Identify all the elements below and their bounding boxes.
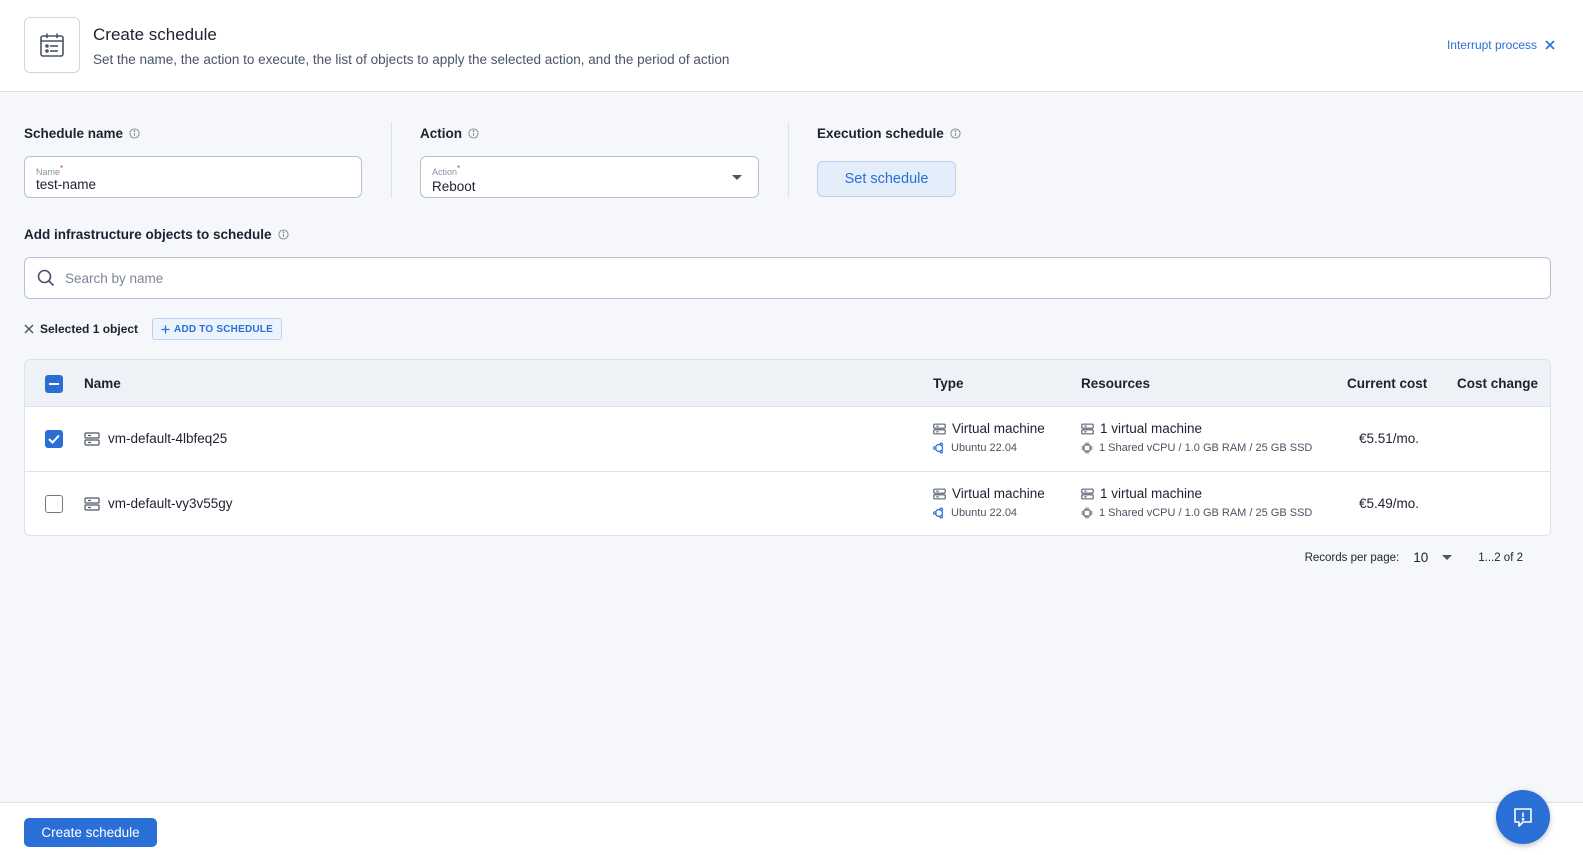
row-current-cost: €5.49/mo.: [1359, 496, 1420, 511]
row-spec: 1 Shared vCPU / 1.0 GB RAM / 25 GB SSD: [1099, 507, 1313, 519]
row-resources-main: 1 virtual machine: [1081, 486, 1202, 501]
name-field-value[interactable]: test-name: [36, 177, 96, 192]
chip-icon: [1081, 442, 1093, 454]
pagination: Records per page: 10 1...2 of 2: [1305, 550, 1523, 565]
server-icon: [1081, 423, 1094, 434]
schedule-name-label: Schedule name: [24, 126, 140, 141]
records-per-page-label: Records per page:: [1304, 551, 1400, 564]
page-footer: Create schedule: [0, 802, 1583, 855]
create-schedule-button[interactable]: Create schedule: [24, 818, 157, 847]
column-header-resources[interactable]: Resources: [1081, 376, 1150, 391]
row-type-sub: Ubuntu 22.04: [933, 507, 1017, 519]
chevron-down-icon: [732, 175, 742, 180]
row-checkbox[interactable]: [45, 495, 63, 513]
close-icon: [1545, 40, 1555, 50]
info-icon[interactable]: [468, 128, 479, 139]
column-header-cost-change[interactable]: Cost change: [1457, 376, 1538, 391]
name-field[interactable]: Name* test-name: [24, 156, 362, 198]
server-icon: [84, 431, 100, 446]
records-per-page-value: 10: [1413, 550, 1429, 565]
objects-table: Name Type Resources Current cost Cost ch…: [24, 359, 1551, 536]
add-objects-label-text: Add infrastructure objects to schedule: [24, 227, 272, 242]
chat-button[interactable]: [1496, 790, 1550, 844]
server-icon: [933, 488, 946, 499]
schedule-name-label-text: Schedule name: [24, 126, 124, 141]
row-name[interactable]: vm-default-vy3v55gy: [108, 496, 233, 511]
server-icon: [1081, 488, 1094, 499]
row-resources-sub: 1 Shared vCPU / 1.0 GB RAM / 25 GB SSD: [1081, 507, 1312, 519]
row-type: Virtual machine: [952, 421, 1045, 436]
section-divider: [391, 122, 392, 198]
name-field-label: Name*: [36, 164, 64, 177]
ubuntu-icon: [933, 442, 944, 454]
select-all-checkbox[interactable]: [45, 375, 63, 393]
page-subtitle: Set the name, the action to execute, the…: [93, 52, 730, 67]
close-icon[interactable]: [24, 324, 34, 334]
page-header: Create schedule Set the name, the action…: [0, 0, 1583, 92]
column-header-current-cost[interactable]: Current cost: [1347, 376, 1427, 391]
search-box[interactable]: [24, 257, 1551, 299]
row-resources-sub: 1 Shared vCPU / 1.0 GB RAM / 25 GB SSD: [1081, 442, 1312, 454]
pagination-range: 1...2 of 2: [1478, 551, 1523, 564]
chip-icon: [1081, 507, 1093, 519]
row-type-main: Virtual machine: [933, 421, 1045, 436]
search-icon: [37, 269, 55, 287]
action-select[interactable]: Action* Reboot: [420, 156, 759, 198]
info-icon[interactable]: [950, 128, 961, 139]
section-divider: [788, 122, 789, 198]
table-row[interactable]: vm-default-4lbfeq25 Virtual machine Ubun…: [25, 407, 1550, 472]
chat-icon: [1514, 808, 1532, 827]
row-resources: 1 virtual machine: [1100, 421, 1203, 436]
header-icon-box: [24, 17, 80, 73]
calendar-icon: [40, 33, 64, 57]
execution-schedule-label: Execution schedule: [817, 126, 961, 141]
search-input[interactable]: [65, 270, 1465, 286]
column-header-name[interactable]: Name: [84, 376, 121, 391]
row-checkbox[interactable]: [45, 430, 63, 448]
action-field-label: Action*: [432, 164, 461, 177]
server-icon: [84, 496, 100, 511]
row-spec: 1 Shared vCPU / 1.0 GB RAM / 25 GB SSD: [1099, 442, 1313, 454]
row-os: Ubuntu 22.04: [951, 442, 1018, 454]
column-header-type[interactable]: Type: [933, 376, 964, 391]
row-name[interactable]: vm-default-4lbfeq25: [108, 431, 227, 446]
selection-bar: Selected 1 object ADD TO SCHEDULE: [24, 318, 282, 340]
selected-count-text: Selected 1 object: [40, 322, 139, 336]
interrupt-process-label: Interrupt process: [1446, 38, 1537, 52]
plus-icon: [161, 325, 170, 333]
row-current-cost: €5.51/mo.: [1359, 431, 1420, 446]
info-icon[interactable]: [129, 128, 140, 139]
row-type-main: Virtual machine: [933, 486, 1045, 501]
row-resources-main: 1 virtual machine: [1081, 421, 1202, 436]
action-label: Action: [420, 126, 479, 141]
add-to-schedule-label: ADD TO SCHEDULE: [174, 323, 273, 335]
table-header: Name Type Resources Current cost Cost ch…: [25, 360, 1550, 407]
row-resources: 1 virtual machine: [1100, 486, 1203, 501]
ubuntu-icon: [933, 507, 944, 519]
interrupt-process-link[interactable]: Interrupt process: [1447, 38, 1555, 52]
info-icon[interactable]: [278, 229, 289, 240]
add-objects-label: Add infrastructure objects to schedule: [24, 227, 289, 242]
records-per-page-select[interactable]: 10: [1413, 550, 1453, 565]
table-row[interactable]: vm-default-vy3v55gy Virtual machine Ubun…: [25, 472, 1550, 535]
server-icon: [933, 423, 946, 434]
row-os: Ubuntu 22.04: [951, 507, 1018, 519]
page-title: Create schedule: [93, 25, 217, 44]
row-name-cell: vm-default-4lbfeq25: [84, 431, 227, 446]
action-label-text: Action: [420, 126, 462, 141]
set-schedule-button[interactable]: Set schedule: [817, 161, 956, 197]
row-type: Virtual machine: [952, 486, 1045, 501]
add-to-schedule-button[interactable]: ADD TO SCHEDULE: [152, 318, 282, 340]
chevron-down-icon: [1442, 554, 1453, 560]
action-select-value: Reboot: [432, 179, 476, 194]
execution-schedule-label-text: Execution schedule: [817, 126, 944, 141]
row-type-sub: Ubuntu 22.04: [933, 442, 1017, 454]
row-name-cell: vm-default-vy3v55gy: [84, 496, 233, 511]
